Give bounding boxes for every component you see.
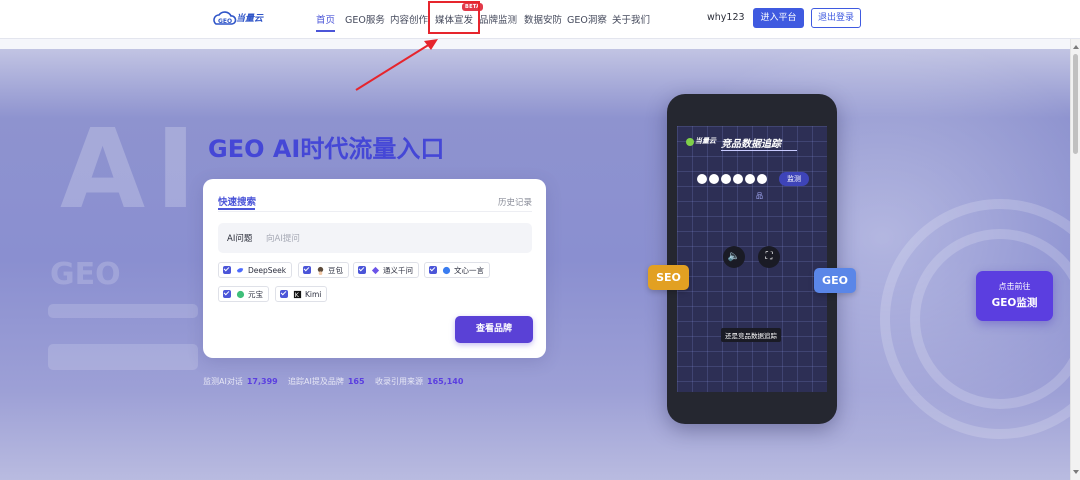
stat-label: 收录引用来源	[375, 377, 423, 386]
phone-title-underline	[721, 150, 797, 151]
hero-title: GEO AI时代流量入口	[208, 135, 445, 163]
checkbox-checked[interactable]	[303, 266, 311, 274]
phone-brand-logo: 当量云	[685, 134, 719, 150]
phone-platform-icons	[697, 172, 769, 186]
background-pill	[48, 344, 198, 370]
scroll-up-arrow-icon[interactable]	[1073, 45, 1079, 49]
nav-content-creation[interactable]: 内容创作	[390, 12, 428, 26]
scroll-thumb[interactable]	[1073, 54, 1078, 154]
checkbox-checked[interactable]	[429, 266, 437, 274]
phone-mockup: 当量云 竞品数据追踪 监测 品 🔈 ⛶ 还是竞品数据追踪	[667, 94, 837, 424]
platform-label: 通义千问	[383, 265, 413, 275]
username-label[interactable]: why123	[707, 12, 745, 23]
phone-monitor-tag: 监测	[779, 172, 809, 186]
background-geo-watermark: GEO	[50, 257, 121, 292]
ai-question-input[interactable]	[264, 228, 528, 250]
phone-screen: 当量云 竞品数据追踪 监测 品 🔈 ⛶ 还是竞品数据追踪	[677, 126, 827, 392]
stat-label: 监测AI对话	[203, 377, 243, 386]
top-header: GEO 当量云 首页 GEO服务 内容创作 媒体宣发 品牌监测 数据安防 GEO…	[0, 0, 1080, 39]
stat-ai-conversations: 监测AI对话 17,399	[203, 376, 278, 387]
platform-label: 文心一言	[454, 265, 484, 275]
annotation-highlight-box	[428, 1, 480, 34]
stat-value: 165	[347, 377, 365, 386]
platform-label: Kimi	[305, 289, 322, 299]
site-logo[interactable]: GEO 当量云	[212, 8, 268, 30]
nav-geo-service[interactable]: GEO服务	[345, 12, 385, 26]
hero-section: AI GEO GEO AI时代流量入口 快速搜索 历史记录 AI问题 DeepS…	[0, 39, 1070, 480]
sound-icon[interactable]: 🔈	[723, 246, 745, 268]
tab-quick-search[interactable]: 快速搜索	[218, 194, 256, 208]
phone-sub-label: 品	[756, 192, 763, 200]
yuanbao-icon	[236, 290, 245, 298]
nav-about-us[interactable]: 关于我们	[612, 12, 650, 26]
geo-badge: GEO	[814, 268, 856, 293]
ai-platform-icon	[757, 174, 767, 184]
ai-platform-icon	[697, 174, 707, 184]
checkbox-checked[interactable]	[280, 290, 288, 298]
checkbox-checked[interactable]	[223, 290, 231, 298]
wenxin-icon	[442, 266, 451, 274]
ai-platform-icon	[709, 174, 719, 184]
scroll-down-arrow-icon[interactable]	[1073, 470, 1079, 474]
platform-chip-doubao[interactable]: 豆包	[298, 262, 349, 278]
background-ai-watermark: AI	[60, 105, 207, 233]
checkbox-checked[interactable]	[223, 266, 231, 274]
nav-brand-monitoring[interactable]: 品牌监测	[479, 12, 517, 26]
platform-chip-yuanbao[interactable]: 元宝	[218, 286, 269, 302]
tongyi-icon	[371, 266, 380, 274]
enter-platform-button[interactable]: 进入平台	[753, 8, 804, 28]
phone-video-caption: 还是竞品数据追踪	[721, 328, 781, 342]
cta-line2: GEO监测	[991, 297, 1038, 309]
active-tab-indicator	[218, 208, 255, 210]
platform-label: DeepSeek	[248, 265, 287, 275]
ai-platform-icon	[745, 174, 755, 184]
nav-home[interactable]: 首页	[316, 12, 336, 32]
platform-label: 元宝	[248, 289, 263, 299]
platform-chip-deepseek[interactable]: DeepSeek	[218, 262, 293, 278]
nav-geo-insight[interactable]: GEO洞察	[567, 12, 607, 26]
platform-label: 豆包	[328, 265, 343, 275]
phone-title: 竞品数据追踪	[721, 139, 781, 150]
platform-chip-wenxin[interactable]: 文心一言	[424, 262, 490, 278]
page-scrollbar[interactable]	[1070, 39, 1080, 480]
go-geo-monitor-button[interactable]: 点击前往 GEO监测	[976, 271, 1053, 321]
view-brand-button[interactable]: 查看品牌	[455, 316, 533, 343]
tab-history[interactable]: 历史记录	[498, 196, 532, 208]
stat-label: 追踪AI提及品牌	[288, 377, 344, 386]
fullscreen-icon[interactable]: ⛶	[758, 246, 780, 268]
background-pill	[48, 304, 198, 318]
ai-platform-icon	[721, 174, 731, 184]
platform-chip-kimi[interactable]: K Kimi	[275, 286, 328, 302]
doubao-icon	[317, 266, 324, 275]
stat-brands-tracked: 追踪AI提及品牌 165	[288, 376, 365, 387]
svg-text:GEO: GEO	[218, 18, 232, 25]
cta-line1: 点击前往	[998, 282, 1031, 291]
checkbox-checked[interactable]	[358, 266, 366, 274]
divider	[218, 211, 532, 212]
nav-data-security[interactable]: 数据安防	[524, 12, 562, 26]
phone-brand-text: 当量云	[695, 137, 716, 145]
seo-badge: SEO	[648, 265, 689, 290]
query-type-label[interactable]: AI问题	[227, 232, 252, 244]
stat-citation-sources: 收录引用来源 165,140	[375, 376, 463, 387]
ai-platform-icon	[733, 174, 743, 184]
query-box: AI问题	[218, 223, 532, 253]
stat-value: 17,399	[246, 377, 278, 386]
platform-chip-tongyi[interactable]: 通义千问	[353, 262, 419, 278]
kimi-icon: K	[293, 290, 302, 299]
quick-search-card: 快速搜索 历史记录 AI问题 DeepSeek 豆包 通义千问 文心一言	[203, 179, 546, 358]
deepseek-icon	[236, 267, 244, 272]
stat-value: 165,140	[427, 377, 464, 386]
logout-button[interactable]: 退出登录	[811, 8, 861, 28]
logo-text: 当量云	[236, 14, 264, 24]
